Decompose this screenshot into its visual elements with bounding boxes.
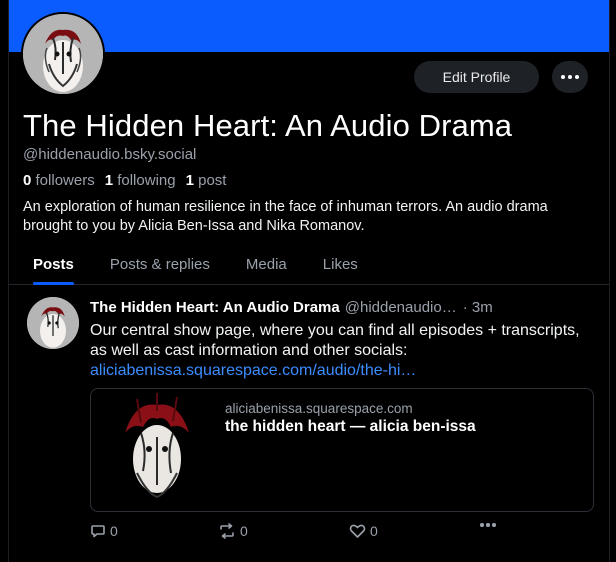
ellipsis-icon — [480, 523, 496, 527]
post-actions: 0 0 0 — [90, 523, 510, 541]
repost-icon — [220, 523, 234, 539]
post-author-handle[interactable]: @hiddenaudio… — [345, 299, 457, 316]
heart-icon — [349, 524, 366, 538]
tab-posts[interactable]: Posts — [21, 244, 86, 285]
link-preview-card[interactable]: aliciabenissa.squarespace.com the hidden… — [90, 388, 594, 512]
followers-count: 0 — [23, 172, 32, 189]
like-button[interactable]: 0 — [349, 523, 378, 539]
profile-tabs: Posts Posts & replies Media Likes — [9, 244, 609, 285]
tab-media[interactable]: Media — [234, 244, 299, 284]
reply-icon — [91, 525, 105, 538]
ellipsis-icon — [561, 75, 579, 79]
profile-stats: 0 followers 1 following 1 post — [23, 172, 226, 189]
profile-display-name: The Hidden Heart: An Audio Drama — [23, 108, 513, 143]
profile-page: Edit Profile The Hidden Heart: An Audio … — [8, 0, 610, 562]
post-author-avatar[interactable] — [27, 297, 79, 349]
followers-stat[interactable]: 0 followers — [23, 172, 95, 189]
posts-count: 1 — [185, 172, 194, 189]
profile-avatar[interactable] — [21, 12, 105, 96]
edit-profile-button[interactable]: Edit Profile — [414, 61, 539, 93]
link-preview-domain: aliciabenissa.squarespace.com — [225, 401, 413, 416]
repost-count: 0 — [240, 523, 248, 539]
post-link[interactable]: aliciabenissa.squarespace.com/audio/the-… — [90, 362, 416, 379]
like-count: 0 — [370, 523, 378, 539]
feed-post[interactable]: The Hidden Heart: An Audio Drama @hidden… — [9, 285, 609, 562]
tab-likes[interactable]: Likes — [311, 244, 370, 284]
following-label: following — [117, 172, 176, 189]
post-header: The Hidden Heart: An Audio Drama @hidden… — [90, 299, 530, 316]
reply-count: 0 — [110, 523, 118, 539]
post-text: Our central show page, where you can fin… — [90, 322, 580, 359]
followers-label: followers — [35, 172, 95, 189]
link-preview-thumbnail — [107, 393, 207, 506]
posts-stat: 1 post — [186, 172, 227, 189]
profile-handle: @hiddenaudio.bsky.social — [23, 146, 197, 163]
link-preview-title: the hidden heart — alicia ben-issa — [225, 418, 476, 435]
profile-more-button[interactable] — [552, 61, 588, 93]
tab-posts-replies[interactable]: Posts & replies — [98, 244, 222, 284]
posts-label: post — [198, 172, 227, 189]
post-timestamp[interactable]: · 3m — [463, 299, 493, 316]
following-stat[interactable]: 1 following — [105, 172, 176, 189]
following-count: 1 — [104, 172, 114, 189]
reply-button[interactable]: 0 — [90, 523, 118, 539]
post-author-name[interactable]: The Hidden Heart: An Audio Drama — [90, 299, 340, 316]
profile-bio: An exploration of human resilience in th… — [23, 199, 548, 234]
post-body: Our central show page, where you can fin… — [90, 321, 590, 381]
post-more-button[interactable] — [480, 523, 496, 527]
repost-button[interactable]: 0 — [218, 523, 248, 539]
